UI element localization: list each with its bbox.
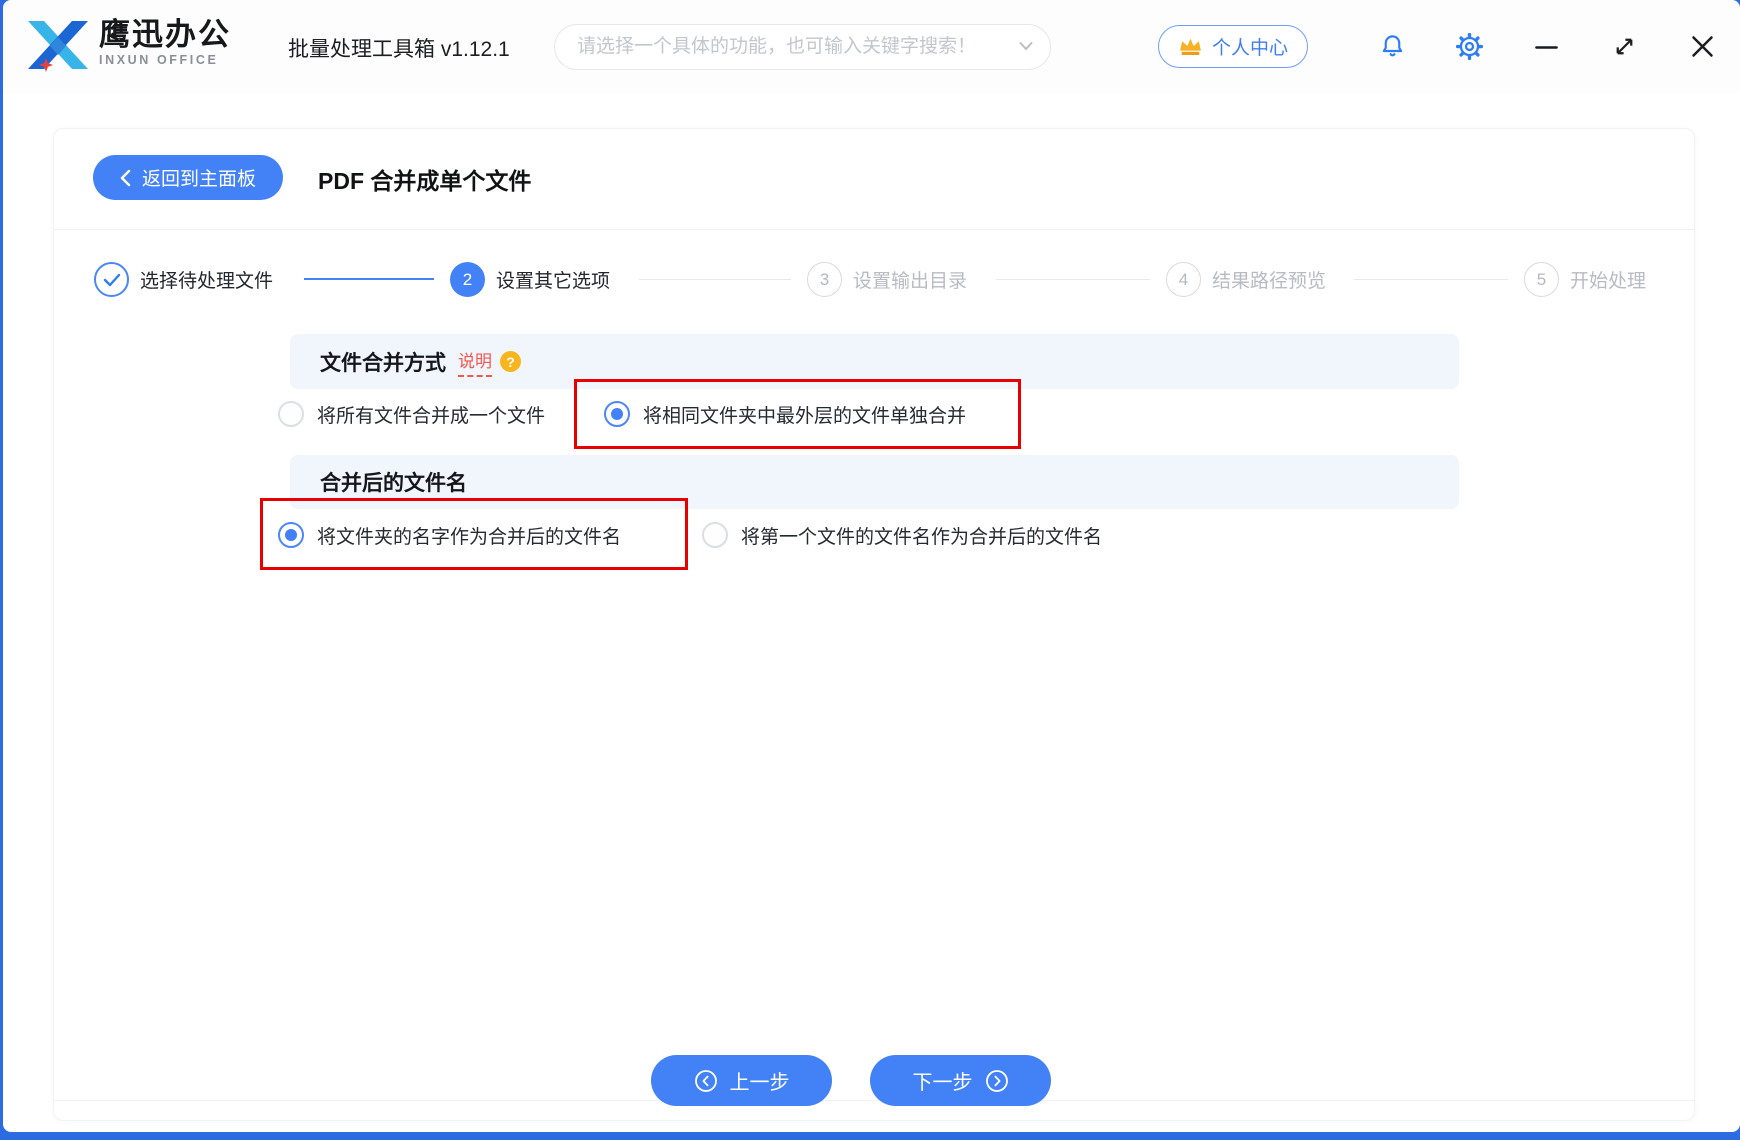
radio-unselected-icon[interactable] [278,401,304,427]
chevron-left-icon [120,169,131,186]
radio-selected-icon[interactable] [278,522,304,548]
app-title: 批量处理工具箱 v1.12.1 [288,38,510,61]
step-label: 结果路径预览 [1212,271,1327,292]
chevron-down-icon[interactable] [1019,41,1033,51]
content-panel: 返回到主面板 PDF 合并成单个文件 选择待处理文件 2 设置其它选项 3 设置… [53,128,1695,1121]
circle-arrow-left-icon [694,1069,717,1092]
option-merge-all-into-one[interactable]: 将所有文件合并成一个文件 [278,398,545,430]
option-label: 将第一个文件的文件名作为合并后的文件名 [741,526,1103,548]
circle-arrow-right-icon [985,1069,1008,1092]
section-merge-mode-header: 文件合并方式 说明 ? [290,334,1459,389]
step-3-output-dir[interactable]: 3 设置输出目录 [807,262,967,297]
notifications-bell-icon[interactable] [1379,33,1406,60]
section-title: 文件合并方式 [320,351,446,375]
step-connector [304,278,434,280]
step-done-check-icon [94,262,129,297]
option-first-file-name-as-filename[interactable]: 将第一个文件的文件名作为合并后的文件名 [702,519,1102,551]
brand-logo-icon [28,21,88,72]
app-window: 鹰迅办公 INXUN OFFICE 批量处理工具箱 v1.12.1 个人中心 [3,0,1740,1132]
previous-step-button[interactable]: 上一步 [651,1055,832,1106]
next-step-button[interactable]: 下一步 [870,1055,1051,1106]
brand-text: 鹰迅办公 INXUN OFFICE [99,17,231,67]
step-connector [1354,279,1508,280]
radio-unselected-icon[interactable] [702,522,728,548]
option-folder-name-as-filename[interactable]: 将文件夹的名字作为合并后的文件名 [278,519,621,551]
divider [54,229,1694,230]
settings-gear-icon[interactable] [1456,33,1483,60]
search-input[interactable] [554,24,1051,70]
step-label: 选择待处理文件 [140,271,274,292]
close-button[interactable] [1689,33,1716,60]
function-search [554,24,1051,70]
step-label: 开始处理 [1570,271,1647,292]
page-title: PDF 合并成单个文件 [318,168,532,194]
step-number-badge: 3 [807,262,842,297]
step-label: 设置其它选项 [496,271,611,292]
back-button-label: 返回到主面板 [142,169,257,190]
help-link[interactable]: 说明 [458,347,492,377]
footer-divider [54,1100,1694,1101]
user-center-label: 个人中心 [1212,38,1289,59]
titlebar: 鹰迅办公 INXUN OFFICE 批量处理工具箱 v1.12.1 个人中心 [3,0,1740,94]
option-label: 将文件夹的名字作为合并后的文件名 [317,526,622,548]
step-2-options[interactable]: 2 设置其它选项 [450,262,610,297]
option-merge-per-folder[interactable]: 将相同文件夹中最外层的文件单独合并 [604,398,966,430]
option-label: 将相同文件夹中最外层的文件单独合并 [643,405,967,427]
step-1-select-files[interactable]: 选择待处理文件 [94,262,273,297]
brand-name-cn: 鹰迅办公 [99,17,231,52]
user-center-button[interactable]: 个人中心 [1158,25,1309,68]
maximize-button[interactable] [1611,33,1638,60]
back-to-dashboard-button[interactable]: 返回到主面板 [93,155,284,200]
previous-step-label: 上一步 [729,1072,790,1094]
step-connector [996,279,1150,280]
step-connector [639,279,791,280]
crown-icon [1180,38,1201,56]
section-title: 合并后的文件名 [320,472,467,495]
brand-name-en: INXUN OFFICE [99,53,219,67]
step-5-start[interactable]: 5 开始处理 [1524,262,1646,297]
radio-selected-icon[interactable] [604,401,630,427]
help-question-icon[interactable]: ? [500,351,521,372]
section-output-filename-header: 合并后的文件名 [290,455,1459,509]
step-number-badge: 4 [1166,262,1201,297]
minimize-button[interactable] [1533,34,1560,61]
next-step-label: 下一步 [912,1072,973,1094]
step-4-path-preview[interactable]: 4 结果路径预览 [1166,262,1326,297]
option-label: 将所有文件合并成一个文件 [317,405,546,427]
step-number-badge: 5 [1524,262,1559,297]
step-number-badge: 2 [450,262,485,297]
step-label: 设置输出目录 [853,271,968,292]
